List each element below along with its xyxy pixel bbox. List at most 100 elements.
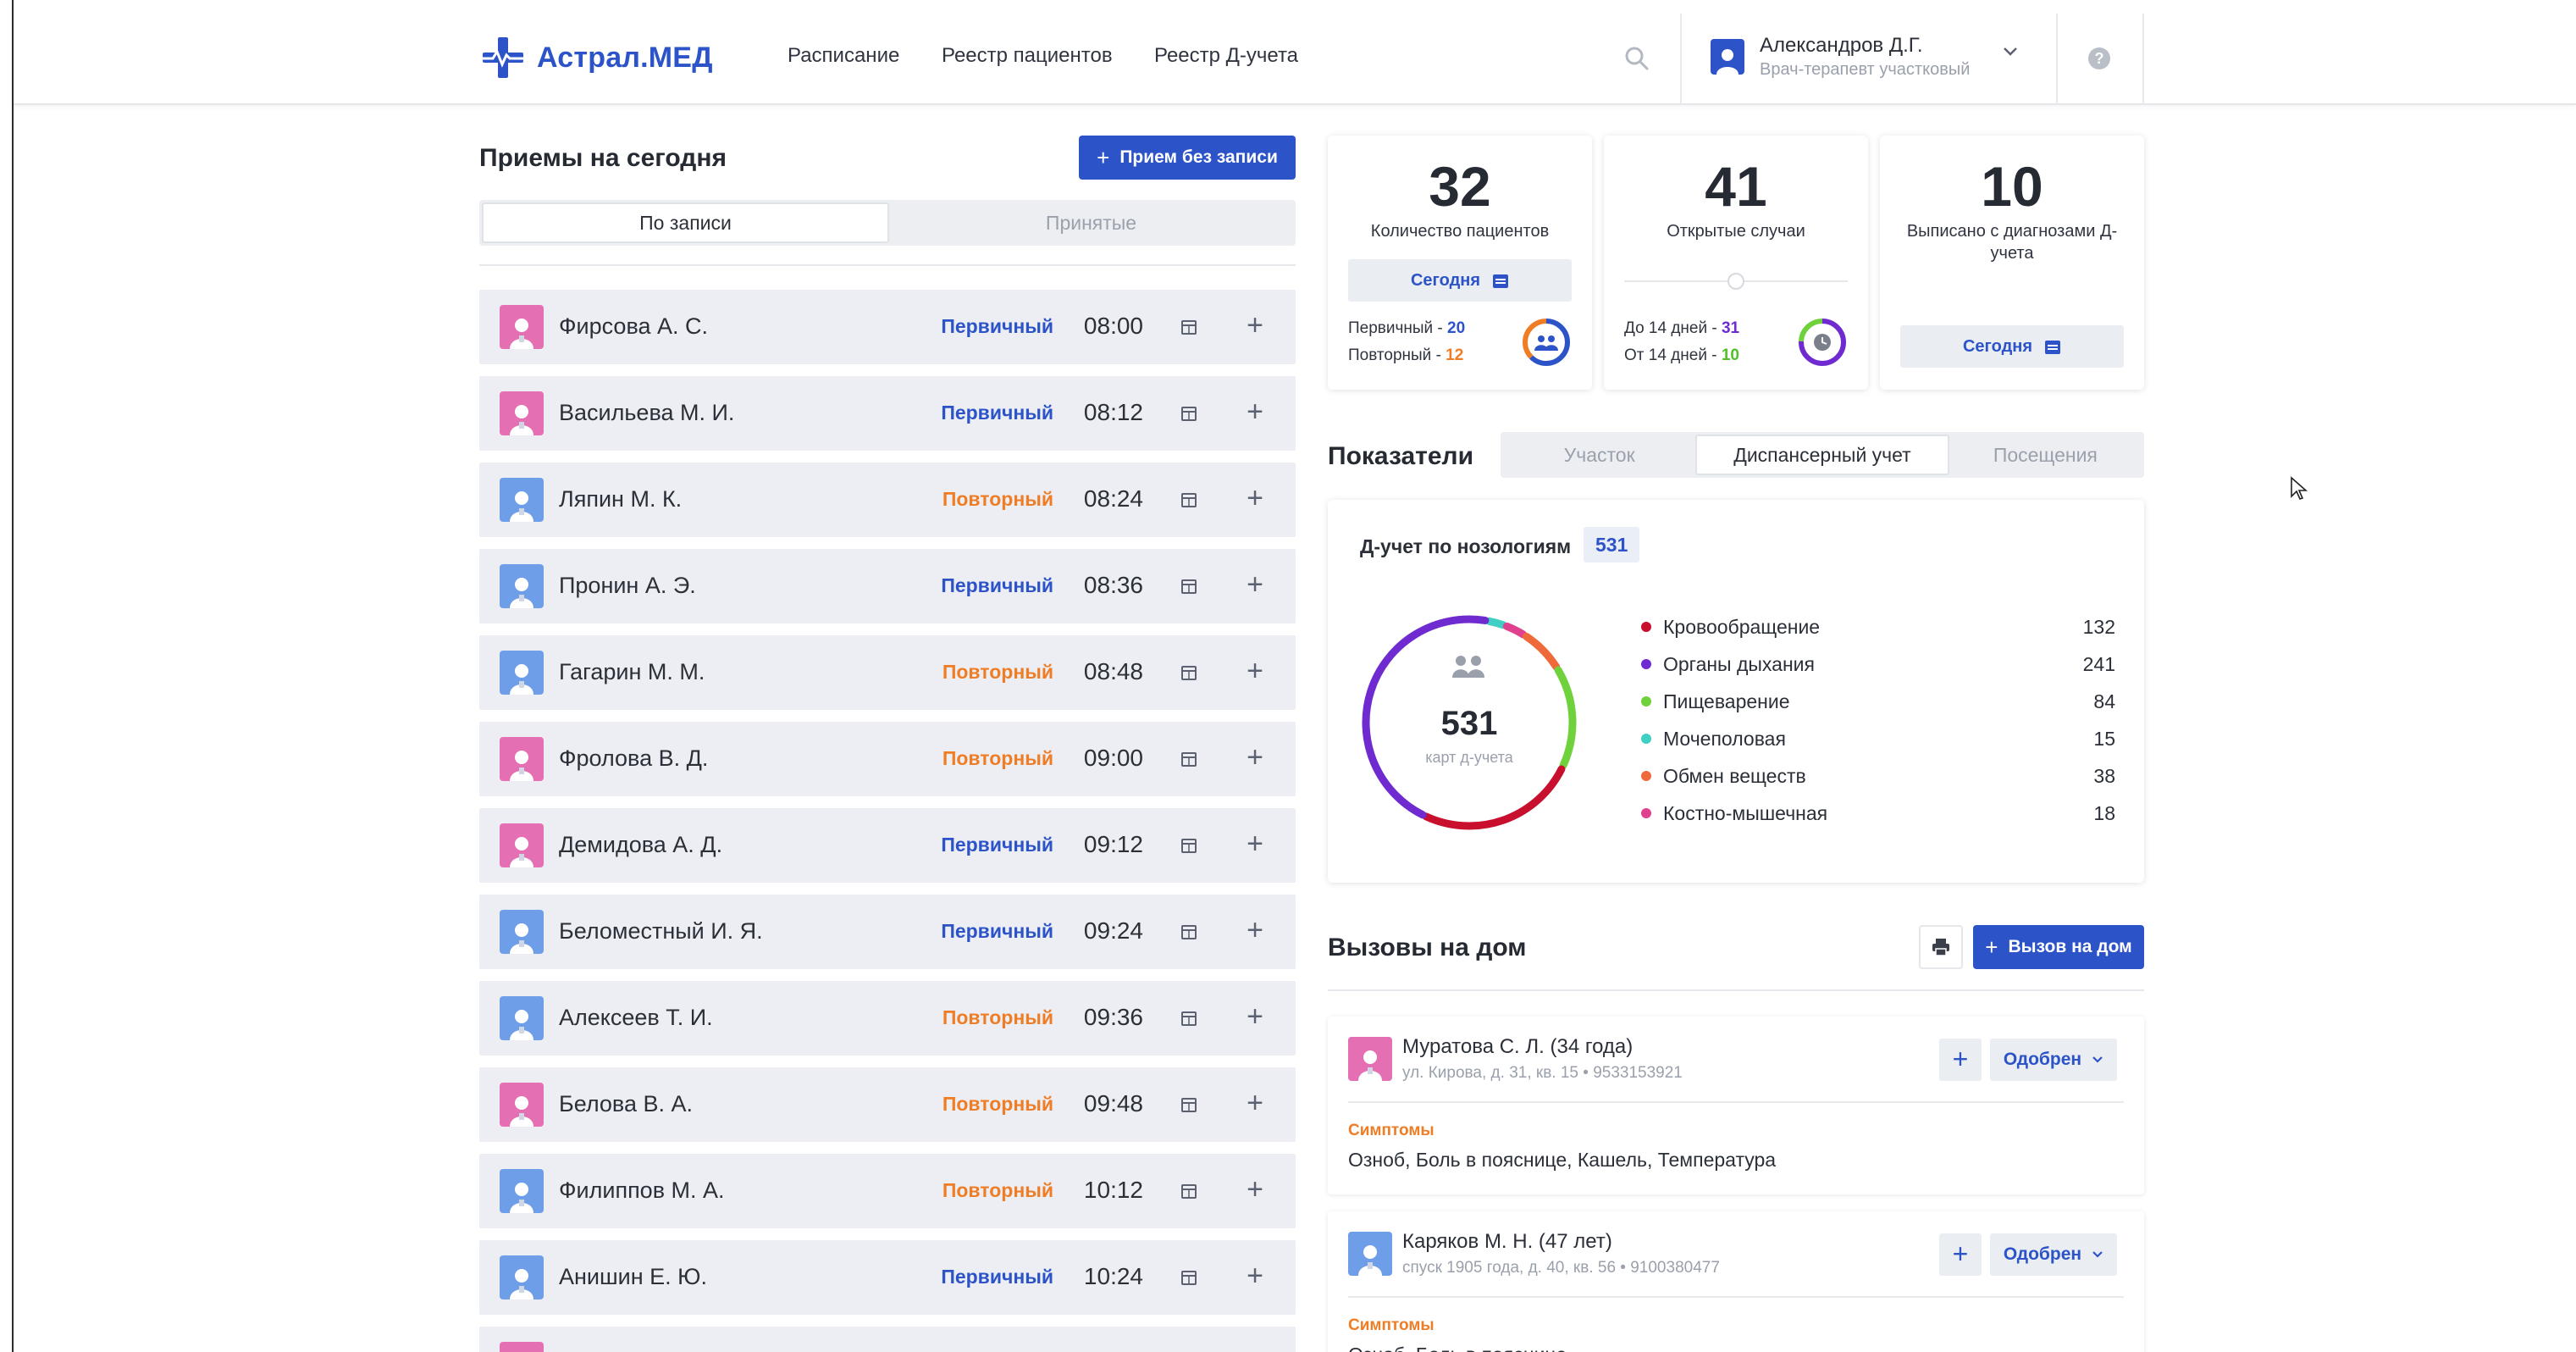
donut-segment [1554, 666, 1577, 770]
visit-time: 10:12 [1083, 1177, 1143, 1203]
visit-time: 10:24 [1083, 1263, 1143, 1289]
plus-icon[interactable]: + [1247, 913, 1263, 947]
user-menu[interactable]: Александров Д.Г. Врач-терапевт участковы… [1711, 34, 2019, 80]
nav-patient-registry[interactable]: Реестр пациентов [942, 44, 1113, 68]
legend-value: 84 [2093, 690, 2115, 712]
gt-label: От 14 дней - [1624, 346, 1722, 364]
calendar-button[interactable] [1180, 923, 1197, 945]
add-home-call-button[interactable]: + Вызов на дом [1973, 925, 2144, 969]
home-call-card[interactable]: Муратова С. Л. (34 года) ул. Кирова, д. 3… [1328, 1017, 2144, 1194]
appointment-row[interactable] [479, 1327, 1296, 1352]
calendar-button[interactable] [1180, 1096, 1197, 1117]
patient-name: Беломестный И. Я. [559, 918, 763, 944]
calendar-button[interactable] [1180, 405, 1197, 426]
symptoms-text: Озноб, Боль в пояснице, Кашель, Температ… [1348, 1149, 1777, 1171]
lt-label: До 14 дней - [1624, 319, 1722, 337]
call-plus-button[interactable]: + [1939, 1039, 1982, 1081]
call-status-label: Одобрен [2003, 1244, 2082, 1264]
calendar-icon [1181, 752, 1197, 767]
plus-icon[interactable]: + [1247, 1172, 1263, 1206]
visit-time: 09:12 [1083, 831, 1143, 857]
home-call-card[interactable]: Каряков М. Н. (47 лет) спуск 1905 года, д… [1328, 1211, 2144, 1352]
calendar-button[interactable] [1180, 1269, 1197, 1290]
calendar-icon [1181, 1184, 1197, 1199]
patient-name: Филиппов М. А. [559, 1177, 725, 1203]
nav-d-registry[interactable]: Реестр Д-учета [1154, 44, 1298, 68]
calendar-icon [1181, 1098, 1197, 1112]
repeat-value: 12 [1446, 346, 1464, 364]
user-icon [1716, 49, 1739, 75]
patients-primary-stat: Первичный - 20 [1348, 315, 1465, 342]
call-status-dropdown[interactable]: Одобрен [1990, 1039, 2117, 1081]
plus-icon[interactable]: + [1247, 481, 1263, 515]
appointments-title: Приемы на сегодня [479, 144, 727, 172]
call-divider [1348, 1101, 2124, 1103]
patients-today-button[interactable]: Сегодня [1348, 259, 1572, 302]
plus-icon[interactable]: + [1247, 654, 1263, 688]
appointment-row[interactable]: Васильева М. И. Первичный 08:12 + [479, 376, 1296, 451]
appointment-row[interactable]: Алексеев Т. И. Повторный 09:36 + [479, 981, 1296, 1056]
appointment-row[interactable]: Филиппов М. А. Повторный 10:12 + [479, 1154, 1296, 1228]
printer-icon [1932, 939, 1949, 956]
dispensary-total-badge: 531 [1584, 527, 1640, 562]
plus-icon[interactable]: + [1247, 827, 1263, 861]
legend-item: Костно-мышечная 18 [1641, 795, 2115, 832]
calendar-button[interactable] [1180, 1010, 1197, 1031]
appointment-row[interactable]: Белова В. А. Повторный 09:48 + [479, 1067, 1296, 1142]
call-status-dropdown[interactable]: Одобрен [1990, 1233, 2117, 1276]
appointment-row[interactable]: Гагарин М. М. Повторный 08:48 + [479, 635, 1296, 710]
nosology-donut-chart: 531 карт д-учета [1362, 615, 1577, 830]
appointment-row[interactable]: Демидова А. Д. Первичный 09:12 + [479, 808, 1296, 883]
patient-name: Фролова В. Д. [559, 745, 709, 771]
indicators-tabs: Участок Диспансерный учет Посещения [1501, 432, 2144, 478]
appointments-tabs: По записи Принятые [479, 200, 1296, 246]
plus-icon[interactable]: + [1247, 740, 1263, 774]
calendar-button[interactable] [1180, 1183, 1197, 1204]
call-plus-button[interactable]: + [1939, 1233, 1982, 1276]
home-calls-divider [1328, 989, 2144, 991]
search-icon[interactable] [1624, 46, 1650, 71]
plus-icon[interactable]: + [1247, 395, 1263, 429]
appointment-row[interactable]: Фролова В. Д. Повторный 09:00 + [479, 722, 1296, 796]
add-walkin-button[interactable]: + Прием без записи [1079, 136, 1296, 180]
dispensary-card: Д-учет по нозологиям 531 531 карт д-учет… [1328, 500, 2144, 883]
appointment-row[interactable]: Анишин Е. Ю. Первичный 10:24 + [479, 1240, 1296, 1315]
calendar-button[interactable] [1180, 837, 1197, 858]
calendar-icon [1181, 320, 1197, 335]
window-left-border [12, 0, 14, 1352]
appointment-row[interactable]: Пронин А. Э. Первичный 08:36 + [479, 549, 1296, 623]
help-icon[interactable]: ? [2088, 47, 2110, 69]
tab-accepted[interactable]: Принятые [889, 202, 1293, 243]
tab-visits[interactable]: Посещения [1949, 435, 2142, 475]
person-icon [510, 1183, 533, 1213]
print-button[interactable] [1919, 925, 1963, 969]
call-status-label: Одобрен [2003, 1050, 2082, 1069]
plus-icon[interactable]: + [1247, 308, 1263, 342]
discharged-today-button[interactable]: Сегодня [1900, 325, 2124, 368]
cases-count: 41 [1705, 155, 1767, 218]
calendar-button[interactable] [1180, 578, 1197, 599]
appointment-row[interactable]: Ляпин М. К. Повторный 08:24 + [479, 463, 1296, 537]
patients-count: 32 [1429, 155, 1491, 218]
plus-icon[interactable]: + [1247, 1086, 1263, 1120]
calendar-button[interactable] [1180, 319, 1197, 340]
tab-by-appointment[interactable]: По записи [482, 202, 889, 243]
patient-avatar [500, 823, 544, 867]
symptoms-label: Симптомы [1348, 1316, 1434, 1334]
calendar-button[interactable] [1180, 491, 1197, 513]
appointment-row[interactable]: Фирсова А. С. Первичный 08:00 + [479, 290, 1296, 364]
patients-label: Количество пациентов [1370, 222, 1550, 241]
logo-icon [483, 37, 523, 78]
tab-dispensary[interactable]: Диспансерный учет [1695, 435, 1949, 475]
calendar-button[interactable] [1180, 751, 1197, 772]
plus-icon[interactable]: + [1247, 568, 1263, 601]
nav-schedule[interactable]: Расписание [788, 44, 899, 68]
patient-avatar [500, 1169, 544, 1213]
logo[interactable]: Астрал.МЕД [481, 36, 713, 80]
tab-district[interactable]: Участок [1503, 435, 1695, 475]
calendar-button[interactable] [1180, 664, 1197, 685]
appointment-row[interactable]: Беломестный И. Я. Первичный 09:24 + [479, 895, 1296, 969]
plus-icon[interactable]: + [1247, 1259, 1263, 1293]
plus-icon[interactable]: + [1247, 1000, 1263, 1033]
patient-name: Анишин Е. Ю. [559, 1264, 707, 1289]
